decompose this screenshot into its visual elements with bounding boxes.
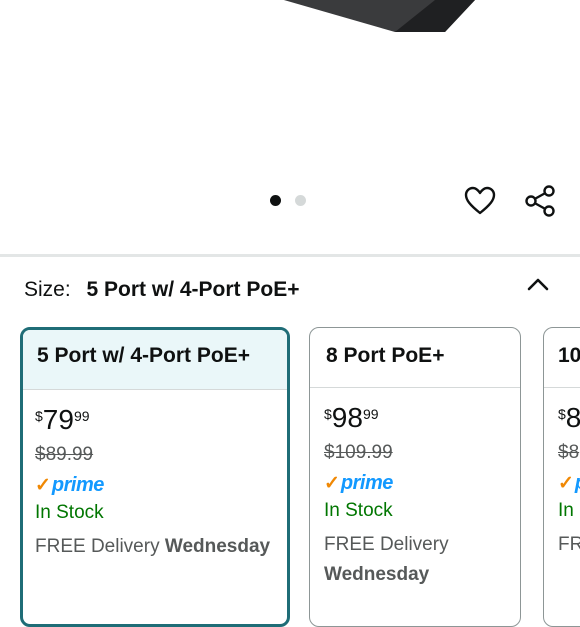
list-price: $89.99 (35, 444, 94, 465)
prime-badge: ✓ prime (324, 471, 393, 494)
share-icon (525, 185, 555, 217)
option-price: $8 (558, 402, 580, 433)
stock-status: In (558, 500, 574, 521)
option-title: 10 (544, 328, 580, 388)
delivery-info: FREE Delivery Wednesday (35, 536, 271, 557)
delivery-info: FR (558, 534, 580, 555)
stock-status: In Stock (324, 500, 393, 521)
heart-icon (464, 186, 496, 215)
carousel-dots (270, 195, 306, 206)
size-option-card[interactable]: 10 $8 $8 ✓p In FR (543, 327, 580, 627)
delivery-info: FREE Delivery Wednesday (324, 534, 449, 585)
size-option-card[interactable]: 8 Port PoE+ $9899 $109.99 ✓ prime In Stoc… (309, 327, 521, 627)
prime-badge: ✓ prime (35, 473, 104, 496)
stock-status: In Stock (35, 502, 104, 523)
share-button[interactable] (522, 183, 558, 219)
collapse-sizes-button[interactable] (522, 270, 554, 298)
option-price: $9899 (324, 402, 379, 433)
list-price: $8 (558, 442, 580, 463)
size-option-card[interactable]: 5 Port w/ 4-Port PoE+ $7999 $89.99 ✓ prim… (20, 327, 290, 627)
chevron-up-icon (527, 278, 549, 291)
section-divider (0, 254, 580, 257)
product-image-carousel[interactable] (0, 0, 580, 255)
selected-size: 5 Port w/ 4-Port PoE+ (86, 278, 300, 301)
carousel-dot[interactable] (270, 195, 281, 206)
product-image (283, 0, 475, 32)
size-label: Size: (24, 278, 71, 301)
wishlist-button[interactable] (462, 183, 498, 219)
list-price: $109.99 (324, 442, 393, 463)
carousel-dot[interactable] (295, 195, 306, 206)
option-title: 5 Port w/ 4-Port PoE+ (23, 330, 287, 390)
prime-badge: ✓p (558, 472, 580, 494)
option-price: $7999 (35, 404, 90, 435)
option-title: 8 Port PoE+ (310, 328, 520, 388)
size-selector-header: Size: 5 Port w/ 4-Port PoE+ (24, 278, 300, 302)
